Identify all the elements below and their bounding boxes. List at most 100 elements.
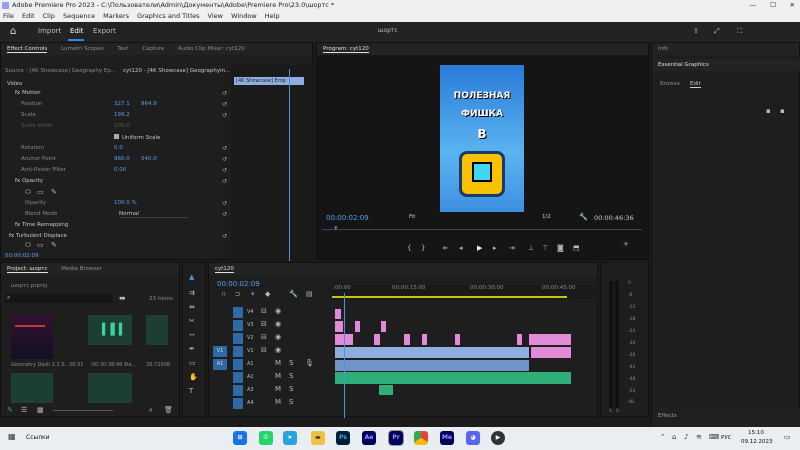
new-bin-icon[interactable]: ▬ <box>119 294 126 302</box>
thumbnail-video[interactable] <box>11 315 53 359</box>
mute-icon[interactable]: M <box>275 398 281 406</box>
anchor-y[interactable]: 540.0 <box>141 156 157 162</box>
reset-icon[interactable]: ↺ <box>222 156 227 163</box>
opacity-value[interactable]: 100.0 % <box>114 200 137 206</box>
antiflicker-value[interactable]: 0.00 <box>114 167 126 173</box>
menu-markers[interactable]: Markers <box>103 12 129 20</box>
target-v3[interactable] <box>233 320 243 331</box>
telegram-icon[interactable]: ➤ <box>283 431 297 445</box>
tab-edit[interactable]: Edit <box>70 27 84 35</box>
solo-icon[interactable]: S <box>289 372 293 380</box>
audio-clip[interactable] <box>379 385 393 395</box>
slip-tool-icon[interactable]: ⇿ <box>189 331 195 339</box>
video-clip[interactable] <box>531 347 571 358</box>
video-clip[interactable] <box>455 334 460 345</box>
menu-graphics[interactable]: Graphics and Titles <box>137 12 199 20</box>
network-icon[interactable]: ⌂ <box>672 433 676 441</box>
thumbnail-audio-1[interactable]: ▍▌▍ <box>88 315 132 345</box>
razor-tool-icon[interactable]: ✂ <box>189 317 195 325</box>
camera-icon[interactable]: ◙ <box>557 244 564 252</box>
tab-info[interactable]: Info <box>658 46 668 52</box>
premiere-icon[interactable]: Pr <box>388 430 404 446</box>
menu-edit[interactable]: Edit <box>22 12 35 20</box>
add-marker-icon[interactable]: ◆ <box>265 290 270 298</box>
extract-icon[interactable]: ⊤ <box>542 244 548 252</box>
whatsapp-icon[interactable]: ✆ <box>259 431 273 445</box>
video-clip[interactable] <box>517 334 522 345</box>
video-clip[interactable] <box>529 334 571 345</box>
audio-clip[interactable] <box>335 372 571 384</box>
solo-left-button[interactable]: S <box>609 409 612 414</box>
after-effects-icon[interactable]: Ae <box>362 431 376 445</box>
quick-export-icon[interactable]: ⤢ <box>714 27 720 36</box>
adjustment-clip[interactable] <box>335 347 529 358</box>
video-clip[interactable] <box>374 334 380 345</box>
tab-import[interactable]: Import <box>38 27 61 35</box>
rect-mask-icon-2[interactable]: ▭ <box>37 241 44 249</box>
widgets-icon[interactable]: ▦ <box>8 432 16 441</box>
zoom-slider[interactable] <box>53 410 113 411</box>
comparison-icon[interactable]: ⬒ <box>573 244 580 252</box>
linked-icon[interactable]: ⊃ <box>235 290 241 298</box>
audio-clip[interactable] <box>335 360 529 371</box>
tab-browse[interactable]: Browse <box>660 81 680 87</box>
solo-right-button[interactable]: S <box>616 409 619 414</box>
folder-icon[interactable]: ▪ <box>766 107 771 115</box>
tab-export[interactable]: Export <box>93 27 116 35</box>
source-label[interactable]: Source - [4K Showcase] Geography Ep... <box>5 68 116 74</box>
timeline-playhead[interactable] <box>344 293 345 418</box>
go-to-out-icon[interactable]: ⇥ <box>509 244 515 252</box>
rect-mask-icon[interactable]: ▭ <box>37 188 44 196</box>
pen-icon[interactable]: ✎ <box>7 406 13 414</box>
chrome-icon[interactable] <box>414 431 428 445</box>
list-view-icon[interactable]: ☰ <box>21 406 27 414</box>
wifi-icon[interactable]: ≋ <box>696 433 702 441</box>
captions-icon[interactable]: ▤ <box>306 290 313 298</box>
effect-timecode[interactable]: 00:00:02:09 <box>5 253 39 259</box>
project-search-input[interactable]: ⌕ <box>5 294 113 303</box>
timeline-timecode[interactable]: 00:00:02:09 <box>217 280 260 288</box>
video-clip[interactable] <box>335 309 341 319</box>
reset-icon[interactable]: ↺ <box>222 211 227 218</box>
volume-icon[interactable]: ♪ <box>684 433 688 441</box>
reset-icon[interactable]: ↺ <box>222 145 227 152</box>
reset-icon[interactable]: ↺ <box>222 90 227 97</box>
share-icon[interactable]: ⇧ <box>693 27 699 35</box>
resolution-select[interactable]: 1/2 <box>542 214 551 220</box>
target-a4[interactable] <box>233 398 243 409</box>
mini-playhead[interactable] <box>289 69 290 261</box>
pen-mask-icon[interactable]: ✎ <box>51 188 57 196</box>
eye-icon[interactable]: ◉ <box>275 307 281 315</box>
solo-icon[interactable]: S <box>289 398 293 406</box>
menu-file[interactable]: File <box>3 12 14 20</box>
time-ruler[interactable]: :00:00 00:00:15:00 00:00:30:00 00:00:45:… <box>332 285 599 299</box>
sync-lock-icon[interactable]: ⊟ <box>261 320 267 328</box>
solo-icon[interactable]: S <box>289 359 293 367</box>
search-bin-icon[interactable]: ⌕ <box>149 406 153 415</box>
type-tool-icon[interactable]: T <box>189 387 193 395</box>
solo-icon[interactable]: S <box>289 385 293 393</box>
pen-mask-icon-2[interactable]: ✎ <box>51 241 57 249</box>
video-frame[interactable]: ПОЛЕЗНАЯ ФИШКА В <box>440 65 524 212</box>
position-y[interactable]: 964.9 <box>141 101 157 107</box>
blend-select[interactable]: Normal <box>119 211 187 218</box>
language-indicator[interactable]: РУС <box>721 435 732 441</box>
thumbnail-audio-4[interactable] <box>88 373 132 403</box>
marker-icon[interactable]: ▾ <box>251 290 255 298</box>
photoshop-icon[interactable]: Ps <box>336 431 350 445</box>
notification-icon[interactable]: ▭ <box>784 433 791 441</box>
tab-audio-clip-mixer[interactable]: Audio Clip Mixer: cyt120 <box>178 46 245 52</box>
reset-icon[interactable]: ↺ <box>222 101 227 108</box>
source-patch-v1[interactable]: V1 <box>213 346 227 357</box>
mute-icon[interactable]: M <box>275 385 281 393</box>
mic-icon[interactable]: 🎙 <box>305 359 314 367</box>
fullscreen-icon[interactable]: ⛶ <box>737 27 742 36</box>
anchor-x[interactable]: 960.0 <box>114 156 130 162</box>
scrub-bar[interactable] <box>322 229 642 230</box>
thumbnail-audio-3[interactable] <box>11 373 53 403</box>
video-clip[interactable] <box>381 321 386 332</box>
media-encoder-icon[interactable]: Me <box>440 431 454 445</box>
hand-tool-icon[interactable]: ✋ <box>189 373 198 381</box>
close-button[interactable]: ✕ <box>790 0 795 11</box>
effects-header[interactable]: Effects <box>652 409 800 428</box>
